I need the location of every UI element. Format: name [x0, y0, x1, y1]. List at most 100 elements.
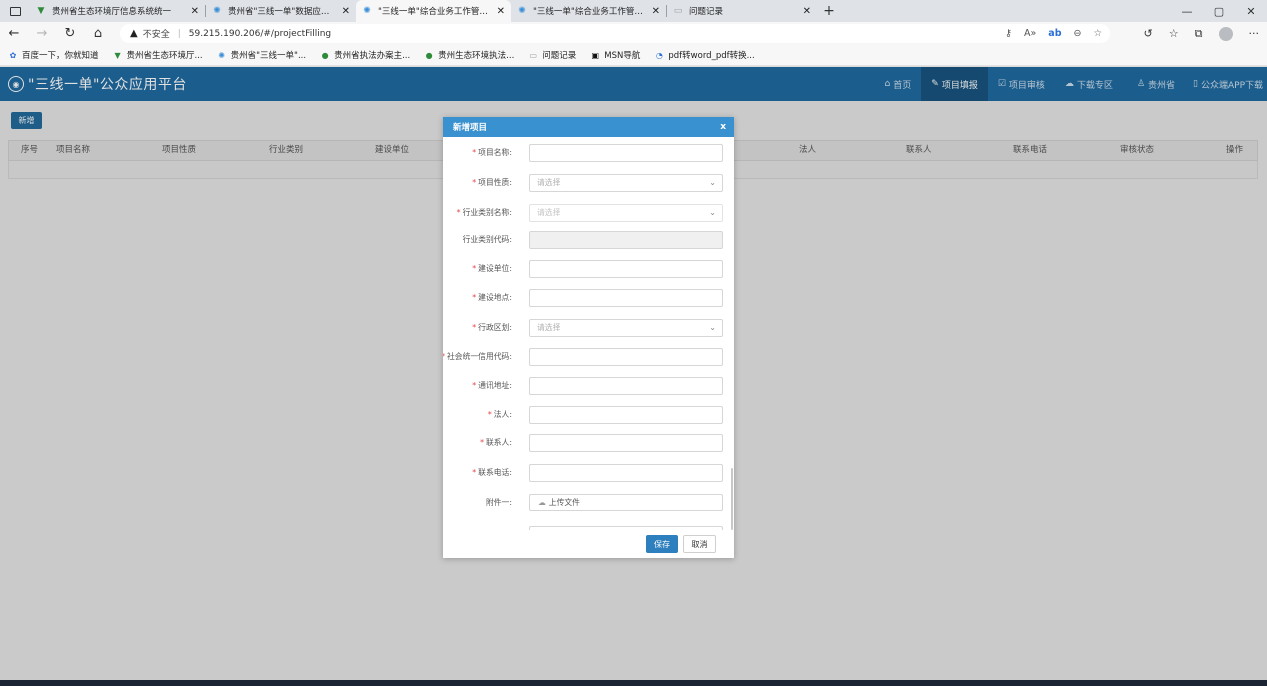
- bookmark-item[interactable]: ● 贵州生态环境执法...: [424, 49, 515, 62]
- text-field[interactable]: [529, 348, 723, 366]
- required-mark: *: [472, 148, 477, 157]
- browser-tab[interactable]: ▭ 问题记录 ✕: [667, 0, 817, 22]
- field-label-text: 行政区划:: [478, 323, 512, 332]
- tab-close-icon[interactable]: ✕: [652, 6, 660, 17]
- zoom-icon[interactable]: ⊖: [1074, 28, 1082, 39]
- required-mark: *: [472, 323, 477, 332]
- tab-close-icon[interactable]: ✕: [342, 6, 350, 17]
- form-row: * 建设单位:: [443, 260, 734, 278]
- browser-tab[interactable]: ✺ "三线一单"综合业务工作管理平台 ✕: [356, 0, 511, 22]
- minimize-button[interactable]: —: [1171, 0, 1203, 22]
- field-label-text: 联系人:: [485, 438, 512, 447]
- home-button[interactable]: ⌂: [84, 22, 112, 45]
- form-row: * 建设地点:: [443, 289, 734, 307]
- bookmark-item[interactable]: ✺ 贵州省"三线一单"...: [217, 49, 306, 62]
- readonly-field: [529, 231, 723, 249]
- tab-close-icon[interactable]: ✕: [191, 6, 199, 17]
- bookmark-item[interactable]: ● 贵州省执法办案主...: [320, 49, 411, 62]
- tab-close-icon[interactable]: ✕: [497, 6, 505, 17]
- field-label: * 建设单位:: [472, 260, 512, 278]
- form-row: * 项目性质: 请选择 ⌄: [443, 174, 734, 192]
- favorite-star-icon[interactable]: ☆: [1093, 28, 1102, 39]
- back-button[interactable]: ←: [0, 22, 28, 45]
- bookmark-item[interactable]: ✿ 百度一下，你就知道: [8, 49, 99, 62]
- arrow-right-icon: →: [36, 26, 48, 41]
- select-field[interactable]: 请选择 ⌄: [529, 174, 723, 192]
- green-dot-icon: ●: [321, 50, 329, 60]
- close-window-button[interactable]: ✕: [1235, 0, 1267, 22]
- security-label: 不安全: [142, 30, 170, 40]
- form-row: * 通讯地址:: [443, 377, 734, 395]
- globe-icon: ✺: [363, 6, 371, 16]
- tab-actions-icon: [9, 6, 21, 16]
- forward-button[interactable]: →: [28, 22, 56, 45]
- field-label: * 联系人:: [480, 434, 512, 452]
- text-field[interactable]: [529, 464, 723, 482]
- select-field[interactable]: 请选择 ⌄: [529, 204, 723, 222]
- required-mark: *: [456, 208, 461, 217]
- text-field[interactable]: [529, 406, 723, 424]
- form-row: * 法人:: [443, 406, 734, 424]
- refresh-sync-icon[interactable]: ↺: [1144, 27, 1153, 40]
- globe-icon: ✺: [518, 6, 526, 16]
- text-field[interactable]: [529, 260, 723, 278]
- tab-label: 贵州省"三线一单"数据应用管理平: [228, 7, 336, 17]
- required-mark: *: [472, 381, 477, 390]
- window-controls: — ▢ ✕: [1171, 0, 1267, 22]
- page-icon: ▭: [673, 6, 683, 16]
- dialog-header: 新增项目 x: [443, 117, 734, 137]
- form-row: * 项目名称:: [443, 144, 734, 162]
- text-field[interactable]: [529, 289, 723, 307]
- address-bar[interactable]: ▲ 不安全 | 59.215.190.206/#/projectFilling …: [120, 24, 1110, 43]
- chevron-down-icon: ⌄: [709, 178, 716, 187]
- new-tab-button[interactable]: +: [817, 3, 841, 19]
- browser-tab[interactable]: ▼ 贵州省生态环境厅信息系统统一 ✕: [30, 0, 205, 22]
- tab-actions-button[interactable]: [0, 0, 30, 22]
- save-button[interactable]: 保存: [646, 535, 678, 553]
- chevron-down-icon: ⌄: [709, 208, 716, 217]
- collections-icon[interactable]: ⧉: [1195, 27, 1203, 41]
- dialog-close-button[interactable]: x: [720, 122, 726, 132]
- select-field[interactable]: 请选择 ⌄: [529, 319, 723, 337]
- refresh-icon: ↻: [64, 26, 76, 41]
- required-mark: *: [443, 352, 445, 361]
- read-aloud-icon[interactable]: A»: [1024, 28, 1036, 39]
- profile-avatar[interactable]: [1218, 26, 1233, 41]
- upload-cloud-icon: ☁: [538, 498, 546, 507]
- more-menu-icon[interactable]: ···: [1249, 27, 1260, 40]
- restore-button[interactable]: ▢: [1203, 0, 1235, 22]
- dialog-scrollbar[interactable]: [731, 468, 733, 530]
- dialog-footer: 保存 取消: [443, 530, 734, 558]
- translate-icon[interactable]: a​b: [1048, 28, 1061, 39]
- green-v-icon: ▼: [37, 6, 45, 16]
- bookmark-label: 贵州省执法办案主...: [334, 51, 411, 61]
- msn-icon: ▣: [591, 50, 600, 60]
- bookmark-label: MSN导航: [604, 51, 641, 61]
- field-label: *社会统一信用代码:: [443, 348, 512, 366]
- cancel-button[interactable]: 取消: [683, 535, 716, 553]
- browser-tab[interactable]: ✺ 贵州省"三线一单"数据应用管理平 ✕: [206, 0, 356, 22]
- bookmark-item[interactable]: ▭ 问题记录: [528, 49, 577, 62]
- field-label-text: 法人:: [493, 410, 512, 419]
- tab-close-icon[interactable]: ✕: [803, 6, 811, 17]
- field-label-text: 建设地点:: [478, 293, 512, 302]
- key-icon[interactable]: ⚷: [1005, 28, 1012, 39]
- text-field[interactable]: [529, 144, 723, 162]
- refresh-button[interactable]: ↻: [56, 22, 84, 45]
- required-mark: *: [487, 410, 492, 419]
- bookmark-item[interactable]: ◔ pdf转word_pdf转换...: [654, 49, 755, 62]
- required-mark: *: [480, 438, 484, 447]
- field-label: * 联系电话:: [472, 464, 512, 482]
- bookmark-item[interactable]: ▼ 贵州省生态环境厅...: [113, 49, 202, 62]
- field-label: 行业类别代码:: [463, 231, 512, 249]
- browser-tab[interactable]: ✺ "三线一单"综合业务工作管理平台 ✕: [511, 0, 666, 22]
- browser-tab-bar: ▼ 贵州省生态环境厅信息系统统一 ✕ ✺ 贵州省"三线一单"数据应用管理平 ✕ ✺ "三线一单…: [0, 0, 1267, 22]
- globe-icon: ✺: [218, 50, 225, 60]
- new-project-dialog: 新增项目 x * 项目名称: * 项目性质: 请选择 ⌄ * 行业类别名称: 请选择 ⌄ 行业类别代…: [443, 117, 734, 558]
- bookmark-item[interactable]: ▣ MSN导航: [590, 49, 641, 62]
- favorites-icon[interactable]: ☆: [1169, 27, 1179, 40]
- upload-file-button[interactable]: ☁ 上传文件: [529, 494, 723, 511]
- text-field[interactable]: [529, 377, 723, 395]
- field-label-text: 联系电话:: [478, 468, 512, 477]
- text-field[interactable]: [529, 434, 723, 452]
